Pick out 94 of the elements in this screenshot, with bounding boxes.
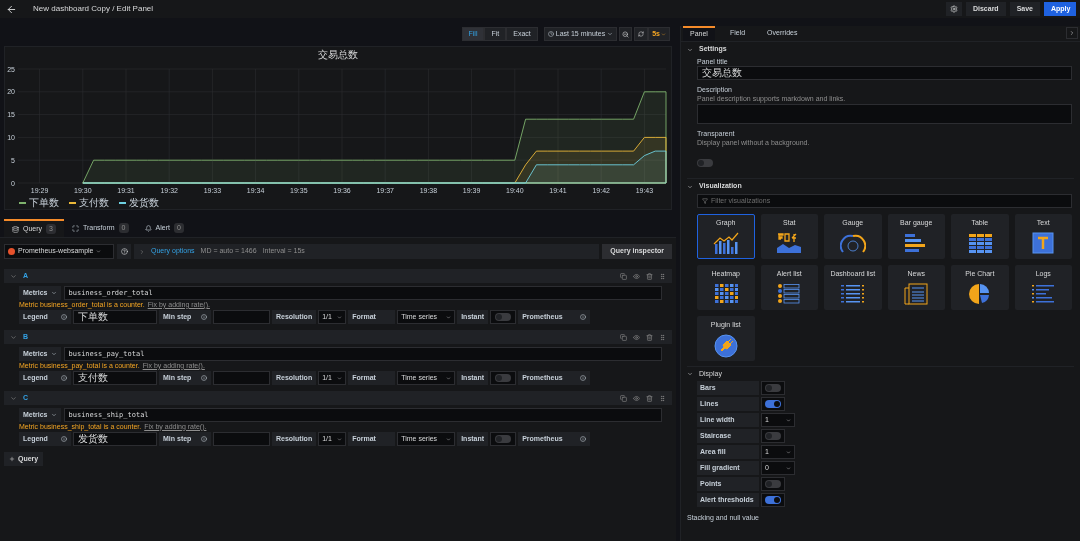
back-arrow-icon[interactable]	[6, 3, 17, 15]
eye-icon[interactable]	[633, 333, 640, 341]
info-icon	[61, 314, 67, 320]
toggle-switch[interactable]	[495, 435, 512, 443]
legend-label[interactable]: 下单数	[29, 197, 59, 209]
newspaper-icon	[903, 282, 930, 305]
caret-icon	[337, 436, 343, 442]
toggle-switch[interactable]	[765, 496, 781, 504]
trash-icon[interactable]	[646, 272, 653, 280]
panel-title-field[interactable]: 交易总数	[697, 66, 1072, 80]
bell-icon	[144, 224, 152, 232]
list-icon	[839, 282, 866, 305]
page-title: New dashboard Copy / Edit Panel	[33, 3, 154, 15]
info-icon	[201, 436, 207, 442]
caret-icon	[786, 465, 791, 471]
table-icon	[966, 231, 993, 254]
caret-icon	[50, 290, 57, 296]
copy-icon[interactable]	[620, 333, 627, 341]
info-icon	[61, 436, 67, 442]
description-field[interactable]	[697, 104, 1072, 124]
panel-title: 交易总数	[318, 49, 358, 61]
drag-handle-icon[interactable]	[659, 333, 666, 341]
caret-icon	[607, 31, 614, 37]
legend-field[interactable]: 支付数	[73, 371, 157, 385]
toggle-switch[interactable]	[765, 400, 781, 408]
logs-icon	[1031, 282, 1056, 305]
expand-icon	[139, 248, 145, 255]
caret-icon	[687, 46, 693, 53]
trash-icon[interactable]	[646, 333, 653, 341]
info-icon	[201, 375, 207, 381]
caret-icon	[337, 375, 343, 381]
database-icon	[12, 225, 19, 233]
toggle-switch[interactable]	[697, 159, 713, 167]
text-icon	[1032, 231, 1055, 254]
copy-icon[interactable]	[620, 394, 627, 402]
zoom-out-button[interactable]	[619, 27, 633, 41]
info-icon	[61, 375, 67, 381]
caret-icon	[446, 375, 452, 381]
caret-icon	[786, 417, 791, 423]
toggle-switch[interactable]	[495, 374, 512, 382]
drag-handle-icon[interactable]	[659, 394, 666, 402]
legend-label[interactable]: 支付数	[79, 197, 109, 209]
plus-icon	[9, 456, 15, 462]
help-icon	[120, 248, 128, 255]
info-icon	[580, 314, 587, 320]
caret-icon	[687, 183, 693, 190]
caret-icon	[786, 449, 791, 455]
collapse-icon[interactable]	[10, 394, 17, 402]
trash-icon[interactable]	[646, 394, 653, 402]
info-icon	[580, 436, 587, 442]
caret-icon	[687, 371, 693, 377]
caret-icon	[50, 412, 57, 418]
chevron-right-icon	[1069, 30, 1075, 36]
legend-field[interactable]: 下单数	[73, 310, 157, 324]
info-icon	[201, 314, 207, 320]
eye-icon[interactable]	[633, 272, 640, 280]
frame-icon	[71, 224, 79, 232]
graph-icon	[712, 231, 739, 254]
heatmap-icon	[713, 282, 738, 305]
toggle-switch[interactable]	[765, 432, 781, 440]
caret-icon	[661, 31, 666, 37]
collapse-icon[interactable]	[10, 272, 17, 280]
legend-label[interactable]: 发货数	[129, 197, 159, 209]
copy-icon[interactable]	[620, 272, 627, 280]
drag-handle-icon[interactable]	[659, 272, 666, 280]
toggle-switch[interactable]	[765, 480, 781, 488]
help-button[interactable]	[117, 244, 131, 259]
caret-icon	[446, 314, 452, 320]
clock-icon	[547, 31, 554, 37]
caret-icon	[96, 249, 102, 254]
collapse-pane-button[interactable]	[1066, 27, 1078, 39]
legend-field[interactable]: 发货数	[73, 432, 157, 446]
toggle-switch[interactable]	[495, 313, 512, 321]
collapse-icon[interactable]	[10, 333, 17, 341]
plug-icon	[713, 333, 738, 358]
caret-icon	[50, 351, 57, 357]
prometheus-logo-icon	[8, 248, 15, 255]
info-icon	[580, 375, 587, 381]
min-step-field[interactable]	[213, 432, 270, 446]
min-step-field[interactable]	[213, 371, 270, 385]
caret-icon	[337, 314, 343, 320]
toggle-switch[interactable]	[765, 384, 781, 392]
zoom-out-icon	[622, 30, 630, 38]
stat-icon	[775, 231, 804, 254]
caret-icon	[446, 436, 452, 442]
alert-list-icon	[777, 282, 802, 305]
refresh-icon	[638, 31, 645, 37]
eye-icon[interactable]	[633, 394, 640, 402]
settings-button[interactable]	[945, 2, 962, 16]
filter-icon	[702, 198, 708, 204]
min-step-field[interactable]	[213, 310, 270, 324]
settings-icon	[949, 5, 958, 13]
refresh-button[interactable]	[634, 27, 649, 41]
pie-chart-icon	[967, 282, 992, 305]
